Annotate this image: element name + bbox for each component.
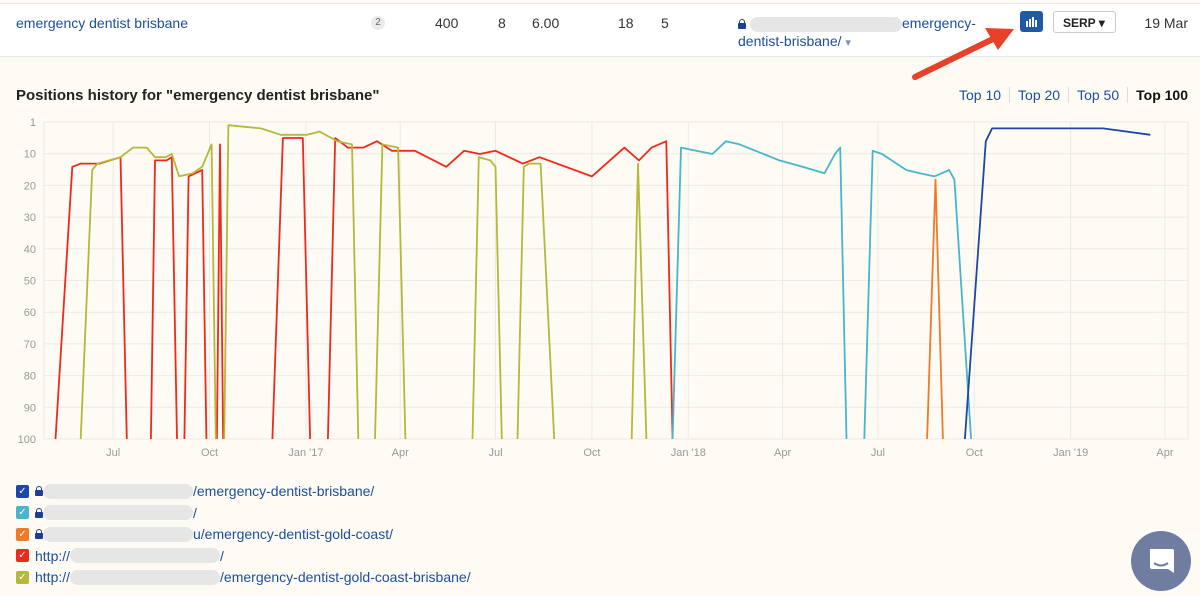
- x-tick-label: Apr: [392, 447, 409, 459]
- lock-icon: [35, 507, 43, 518]
- x-tick-label: Apr: [1156, 447, 1173, 459]
- x-tick-label: Jul: [106, 447, 120, 459]
- x-tick-label: Apr: [774, 447, 791, 459]
- url-path: u/emergency-dentist-gold-coast/: [193, 526, 393, 542]
- y-tick-label: 30: [24, 212, 36, 224]
- annotation-arrow: [912, 28, 1014, 80]
- y-tick-label: 70: [24, 339, 36, 351]
- section-title: Positions history for "emergency dentist…: [16, 87, 380, 104]
- positions-history-chart: 1 10 20 30 40 50 60 70 80 90 100 Jul Oct Jan '17 Apr Ju…: [18, 117, 1189, 459]
- y-tick-label: 20: [24, 180, 36, 192]
- x-tick-label: Oct: [966, 447, 983, 459]
- url-prefix: http://: [35, 569, 71, 585]
- y-tick-label: 1: [30, 117, 36, 129]
- series-line-1: [630, 162, 648, 440]
- tab-top-100[interactable]: Top 100: [1127, 87, 1188, 103]
- tab-top-20[interactable]: Top 20: [1009, 87, 1068, 103]
- legend-item[interactable]: ✓ http:// /emergency-dentist-gold-coast-br…: [16, 569, 471, 585]
- x-tick-label: Oct: [201, 447, 218, 459]
- x-tick-label: Oct: [583, 447, 600, 459]
- series-line-0: [271, 137, 311, 440]
- y-tick-label: 90: [24, 402, 36, 414]
- url-path: /: [193, 504, 197, 521]
- series-line-4: [964, 127, 1151, 440]
- url-path: /: [220, 547, 224, 564]
- series-line-2: [863, 149, 972, 440]
- url-path: /emergency-dentist-brisbane/: [193, 483, 375, 499]
- y-tick-label: 50: [24, 276, 36, 288]
- top-filter-tabs: Top 10 Top 20 Top 50 Top 100: [951, 87, 1188, 103]
- series-line-1: [79, 143, 217, 440]
- x-tick-label: Jul: [871, 447, 885, 459]
- tab-top-10[interactable]: Top 10: [951, 87, 1009, 103]
- legend-item[interactable]: ✓ u/emergency-dentist-gold-coast/: [16, 526, 393, 542]
- url-path: /emergency-dentist-gold-coast-brisbane/: [220, 569, 471, 585]
- checkbox[interactable]: ✓: [16, 549, 29, 562]
- x-tick-label: Jan '18: [671, 447, 706, 459]
- chat-icon: [1150, 549, 1174, 573]
- redacted-domain: [70, 569, 221, 585]
- chat-launcher-button[interactable]: [1131, 531, 1191, 591]
- series-line-1: [471, 156, 503, 440]
- redacted-domain: [70, 548, 221, 563]
- series-line-0: [150, 156, 178, 440]
- series-line-1: [374, 143, 407, 440]
- redacted-domain: [43, 505, 193, 520]
- series-line-0: [183, 169, 208, 440]
- legend-item[interactable]: ✓ /emergency-dentist-brisbane/: [16, 483, 374, 499]
- x-tick-label: Jan '17: [288, 447, 323, 459]
- x-tick-label: Jul: [488, 447, 502, 459]
- y-tick-label: 60: [24, 307, 36, 319]
- lock-icon: [35, 486, 43, 496]
- series-line-1: [516, 162, 556, 440]
- checkbox[interactable]: ✓: [16, 506, 29, 519]
- tab-top-50[interactable]: Top 50: [1068, 87, 1127, 103]
- series-line-0: [216, 143, 224, 440]
- checkbox[interactable]: ✓: [16, 527, 29, 541]
- checkbox[interactable]: ✓: [16, 570, 29, 584]
- x-tick-label: Jan '19: [1053, 447, 1088, 459]
- y-tick-label: 100: [18, 434, 36, 446]
- legend-item[interactable]: ✓ http:// /: [16, 548, 224, 564]
- redacted-domain: [43, 526, 193, 542]
- url-prefix: http://: [35, 547, 71, 564]
- series-line-1: [223, 124, 360, 440]
- legend-item[interactable]: ✓ /: [16, 505, 197, 521]
- series-line-3: [926, 178, 944, 440]
- lock-icon: [35, 529, 43, 539]
- y-tick-label: 80: [24, 371, 36, 383]
- redacted-domain: [43, 483, 193, 499]
- y-tick-label: 40: [24, 244, 36, 256]
- checkbox[interactable]: ✓: [16, 484, 29, 498]
- y-tick-label: 10: [24, 149, 36, 161]
